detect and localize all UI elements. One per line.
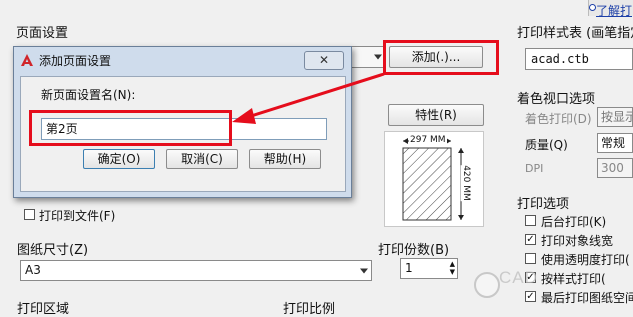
- annotation-arrow: [232, 72, 385, 124]
